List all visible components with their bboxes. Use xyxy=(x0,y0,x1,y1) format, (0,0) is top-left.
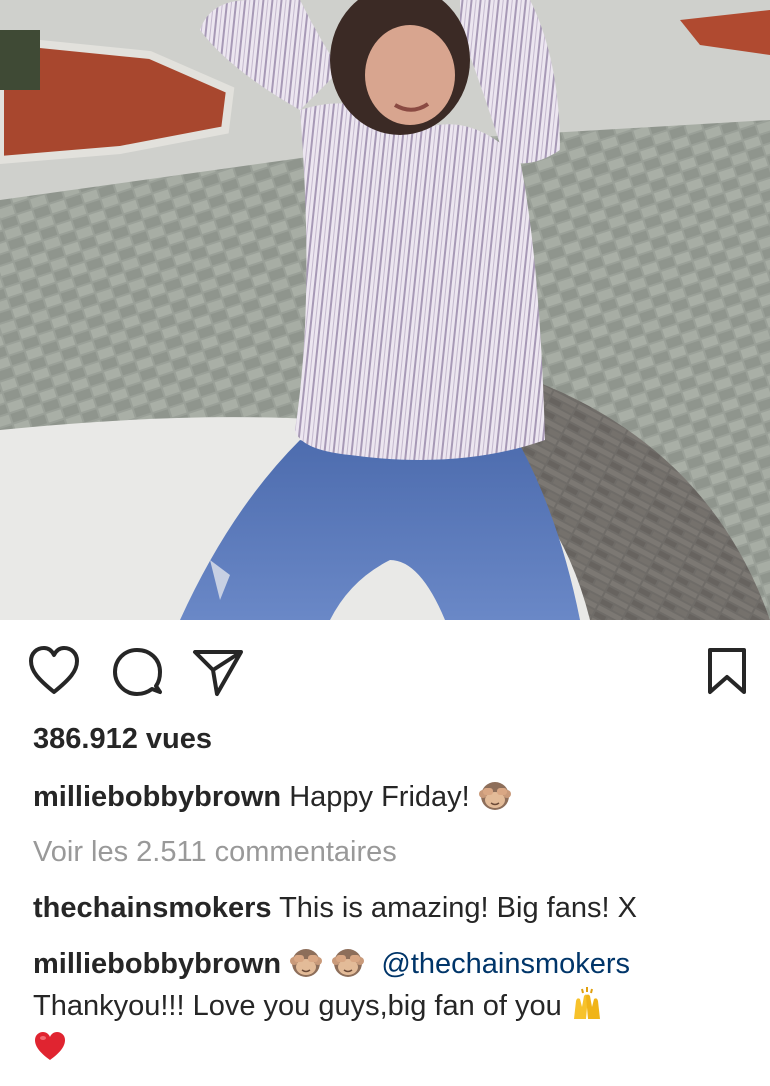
post-media[interactable] xyxy=(0,0,770,620)
comment-text: Thankyou!!! Love you guys,big fan of you xyxy=(33,990,562,1022)
action-bar xyxy=(0,620,770,720)
comment-username[interactable]: thechainsmokers xyxy=(33,892,272,924)
see-no-evil-monkey-icon xyxy=(331,945,365,979)
comment-username[interactable]: milliebobbybrown xyxy=(33,948,281,980)
caption-text: Happy Friday! xyxy=(289,781,470,813)
view-count: 386.912 vues xyxy=(33,723,212,755)
post-details: 386.912 vues milliebobbybrown Happy Frid… xyxy=(33,718,743,1069)
see-no-evil-monkey-icon xyxy=(289,945,323,979)
raising-hands-icon xyxy=(570,987,604,1021)
share-icon[interactable] xyxy=(192,646,244,698)
comment-row: thechainsmokers This is amazing! Big fan… xyxy=(33,887,743,929)
bookmark-icon[interactable] xyxy=(704,646,750,698)
comment-row: milliebobbybrown @thechainsmokers Thanky… xyxy=(33,943,743,1069)
see-no-evil-monkey-icon xyxy=(478,778,512,812)
mention-link[interactable]: @thechainsmokers xyxy=(381,948,630,980)
video-frame xyxy=(0,0,770,620)
red-heart-icon xyxy=(33,1029,67,1063)
heart-icon[interactable] xyxy=(28,646,80,698)
caption-username[interactable]: milliebobbybrown xyxy=(33,781,281,813)
caption: milliebobbybrown Happy Friday! xyxy=(33,776,743,818)
comment-text: This is amazing! Big fans! X xyxy=(279,892,637,924)
comment-icon[interactable] xyxy=(112,646,164,698)
view-all-comments-link[interactable]: Voir les 2.511 commentaires xyxy=(33,831,743,873)
